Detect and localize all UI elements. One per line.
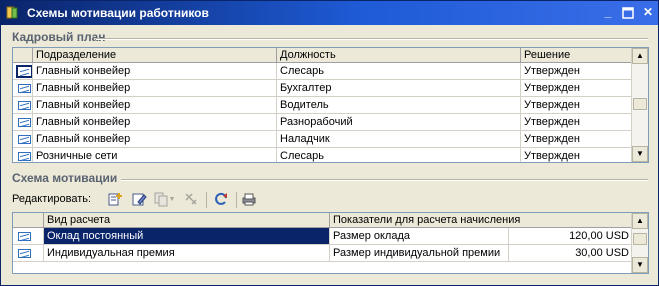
selected-row-marker <box>16 65 32 78</box>
row-marker <box>13 63 33 80</box>
column-header-decision[interactable]: Решение <box>521 48 634 62</box>
icon-column-header <box>13 213 44 227</box>
table-row[interactable]: Розничные сети Слесарь Утвержден <box>13 148 634 162</box>
delete-row-icon[interactable] <box>182 191 200 209</box>
toolbar-separator <box>206 192 207 208</box>
table-row[interactable]: Оклад постоянный Размер оклада 120,00 US… <box>13 228 634 245</box>
position-cell[interactable]: Наладчик <box>277 131 521 148</box>
column-header-position[interactable]: Должность <box>277 48 521 62</box>
table-row[interactable]: Главный конвейер Наладчик Утвержден <box>13 131 634 148</box>
table-row[interactable]: Главный конвейер Водитель Утвержден <box>13 97 634 114</box>
row-marker <box>13 148 33 162</box>
position-cell[interactable]: Водитель <box>277 97 521 114</box>
toolbar-separator <box>236 192 237 208</box>
position-cell[interactable]: Бухгалтер <box>277 80 521 97</box>
copy-dropdown-chevron-icon[interactable]: ▼ <box>167 191 177 209</box>
department-cell[interactable]: Главный конвейер <box>33 97 277 114</box>
scroll-thumb[interactable] <box>633 98 647 110</box>
record-icon <box>18 152 31 161</box>
main-window: Схемы мотивации работников _ ✕ Кадровый … <box>0 0 659 286</box>
amount-cell[interactable]: 120,00 USD <box>509 228 634 245</box>
column-header-calc-type[interactable]: Вид расчета <box>44 213 330 227</box>
table-row[interactable]: Главный конвейер Бухгалтер Утвержден <box>13 80 634 97</box>
record-icon <box>18 84 31 93</box>
print-icon[interactable] <box>240 191 258 209</box>
staff-plan-separator <box>96 38 648 40</box>
close-button[interactable]: ✕ <box>640 5 656 20</box>
department-cell[interactable]: Главный конвейер <box>33 131 277 148</box>
record-icon <box>18 135 31 144</box>
staff-plan-scrollbar[interactable]: ▲ ▼ <box>631 48 648 162</box>
scroll-thumb[interactable] <box>633 233 647 245</box>
decision-cell[interactable]: Утвержден <box>521 63 634 80</box>
row-marker <box>13 80 33 97</box>
table-row[interactable]: Главный конвейер Разнорабочий Утвержден <box>13 114 634 131</box>
minimize-button[interactable]: _ <box>600 5 616 20</box>
row-marker <box>13 131 33 148</box>
motivation-heading: Схема мотивации <box>12 171 118 185</box>
scroll-down-button[interactable]: ▼ <box>632 257 648 273</box>
staff-plan-table[interactable]: Подразделение Должность Решение Главный … <box>12 47 649 163</box>
position-cell[interactable]: Слесарь <box>277 148 521 162</box>
decision-cell[interactable]: Утвержден <box>521 114 634 131</box>
decision-cell[interactable]: Утвержден <box>521 97 634 114</box>
table-row[interactable]: Индивидуальная премия Размер индивидуаль… <box>13 245 634 262</box>
refresh-icon[interactable] <box>212 191 230 209</box>
table-row[interactable]: Главный конвейер Слесарь Утвержден <box>13 63 634 80</box>
calc-type-cell[interactable]: Оклад постоянный <box>44 228 330 245</box>
motivation-table[interactable]: Вид расчета Показатели для расчета начис… <box>12 212 649 274</box>
department-cell[interactable]: Розничные сети <box>33 148 277 162</box>
record-icon <box>18 101 31 110</box>
scroll-down-button[interactable]: ▼ <box>632 146 648 162</box>
window-title: Схемы мотивации работников <box>27 6 209 20</box>
add-row-icon[interactable] <box>106 191 124 209</box>
row-marker <box>13 114 33 131</box>
decision-cell[interactable]: Утвержден <box>521 131 634 148</box>
edit-row-icon[interactable] <box>130 191 148 209</box>
app-icon <box>6 6 18 19</box>
staff-plan-header: Подразделение Должность Решение <box>13 48 634 63</box>
amount-cell[interactable]: 30,00 USD <box>509 245 634 262</box>
indicator-cell[interactable]: Размер индивидуальной премии <box>330 245 509 262</box>
column-header-department[interactable]: Подразделение <box>33 48 277 62</box>
motivation-separator <box>121 179 648 181</box>
staff-plan-heading: Кадровый план <box>12 30 106 44</box>
row-marker <box>13 97 33 114</box>
motivation-header: Вид расчета Показатели для расчета начис… <box>13 213 634 228</box>
column-header-indicators[interactable]: Показатели для расчета начисления <box>330 213 634 227</box>
scroll-up-button[interactable]: ▲ <box>632 213 648 229</box>
department-cell[interactable]: Главный конвейер <box>33 114 277 131</box>
scroll-up-button[interactable]: ▲ <box>632 48 648 64</box>
title-bar: Схемы мотивации работников _ ✕ <box>1 1 658 25</box>
position-cell[interactable]: Слесарь <box>277 63 521 80</box>
edit-label: Редактировать: <box>12 193 92 205</box>
position-cell[interactable]: Разнорабочий <box>277 114 521 131</box>
record-icon <box>18 232 31 241</box>
decision-cell[interactable]: Утвержден <box>521 80 634 97</box>
department-cell[interactable]: Главный конвейер <box>33 63 277 80</box>
icon-column-header <box>13 48 33 62</box>
department-cell[interactable]: Главный конвейер <box>33 80 277 97</box>
decision-cell[interactable]: Утвержден <box>521 148 634 162</box>
indicator-cell[interactable]: Размер оклада <box>330 228 509 245</box>
row-marker <box>13 245 44 262</box>
calc-type-cell[interactable]: Индивидуальная премия <box>44 245 330 262</box>
record-icon <box>18 249 31 258</box>
maximize-button[interactable] <box>620 5 636 20</box>
row-marker <box>13 228 44 245</box>
record-icon <box>18 67 31 76</box>
record-icon <box>18 118 31 127</box>
motivation-scrollbar[interactable]: ▲ ▼ <box>631 213 648 273</box>
